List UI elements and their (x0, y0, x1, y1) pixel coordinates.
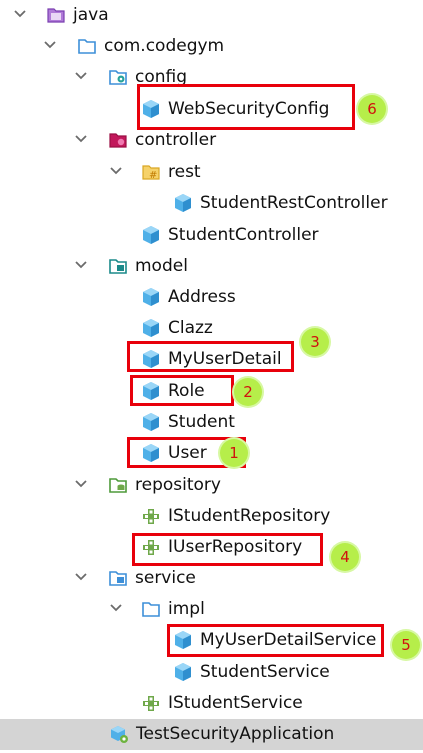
class-icon (173, 662, 193, 682)
tree-item-istudent-service[interactable]: IStudentService (0, 688, 423, 719)
tree-item-model[interactable]: model (0, 251, 423, 282)
annotation-badge-2: 2 (234, 378, 262, 406)
tree-item-my-user-detail[interactable]: MyUserDetail (0, 344, 423, 375)
annotation-badge-1: 1 (220, 439, 248, 467)
tree-item-label: impl (168, 599, 205, 619)
tree-item-label: StudentService (200, 662, 330, 682)
class-icon (173, 630, 193, 650)
tree-item-label: rest (168, 162, 201, 182)
tree-item-student-controller[interactable]: StudentController (0, 220, 423, 251)
tree-item-com-codegym[interactable]: com.codegym (0, 31, 423, 62)
tree-item-student-rest-controller[interactable]: StudentRestController (0, 188, 423, 219)
chevron-down-icon[interactable] (73, 476, 89, 492)
interface-icon (141, 693, 161, 713)
tree-item-controller[interactable]: controller (0, 125, 423, 156)
svg-text:#: # (149, 170, 157, 181)
tree-item-label: IStudentRepository (168, 506, 331, 526)
config-folder-icon (108, 67, 128, 87)
class-icon (141, 287, 161, 307)
tree-item-role[interactable]: Role (0, 376, 423, 407)
tree-item-label: java (73, 5, 109, 25)
model-folder-icon (108, 256, 128, 276)
tree-item-student[interactable]: Student (0, 407, 423, 438)
tree-item-clazz[interactable]: Clazz (0, 313, 423, 344)
tree-item-label: TestSecurityApplication (136, 724, 335, 744)
tree-item-label: StudentController (168, 225, 319, 245)
tree-item-label: MyUserDetail (168, 349, 282, 369)
tree-item-label: User (168, 443, 207, 463)
service-folder-icon (108, 568, 128, 588)
tree-item-label: repository (135, 475, 221, 495)
chevron-down-icon[interactable] (108, 163, 124, 179)
tree-item-label: service (135, 568, 196, 588)
class-icon (141, 443, 161, 463)
tree-item-label: Clazz (168, 318, 213, 338)
annotation-badge-3: 3 (301, 328, 329, 356)
class-icon (141, 349, 161, 369)
class-icon (173, 193, 193, 213)
tree-item-label: IStudentService (168, 693, 303, 713)
tree-item-user[interactable]: User (0, 438, 423, 469)
tree-item-label: Address (168, 287, 236, 307)
tree-item-label: MyUserDetailService (200, 630, 377, 650)
java-source-folder-icon (46, 5, 66, 25)
package-folder-icon (141, 599, 161, 619)
annotation-badge-4: 4 (331, 543, 359, 571)
tree-item-rest[interactable]: # rest (0, 157, 423, 188)
tree-item-repository[interactable]: repository (0, 470, 423, 501)
tree-item-config[interactable]: config (0, 62, 423, 93)
chevron-down-icon[interactable] (73, 68, 89, 84)
tree-item-label: Student (168, 412, 235, 432)
tree-item-my-user-detail-service[interactable]: MyUserDetailService (0, 625, 423, 656)
controller-folder-icon (108, 130, 128, 150)
tree-item-label: StudentRestController (200, 193, 388, 213)
tree-item-label: WebSecurityConfig (168, 99, 330, 119)
tree-item-address[interactable]: Address (0, 282, 423, 313)
class-icon (141, 225, 161, 245)
tree-item-service[interactable]: service (0, 563, 423, 594)
tree-item-label: Role (168, 381, 205, 401)
package-folder-icon (77, 36, 97, 56)
tree-item-student-service[interactable]: StudentService (0, 657, 423, 688)
chevron-down-icon[interactable] (73, 257, 89, 273)
chevron-down-icon[interactable] (73, 131, 89, 147)
tree-item-label: IUserRepository (168, 537, 303, 557)
tree-item-istudent-repository[interactable]: IStudentRepository (0, 501, 423, 532)
tree-item-test-security-application[interactable]: TestSecurityApplication (0, 719, 423, 750)
chevron-down-icon[interactable] (73, 569, 89, 585)
class-icon (141, 318, 161, 338)
tree-item-impl[interactable]: impl (0, 594, 423, 625)
class-icon (141, 412, 161, 432)
project-tree: java com.codegym config WebSecurityConfig co… (0, 0, 423, 753)
repository-folder-icon (108, 475, 128, 495)
rest-folder-icon: # (141, 162, 161, 182)
interface-icon (141, 506, 161, 526)
chevron-down-icon[interactable] (42, 37, 58, 53)
tree-item-label: controller (135, 130, 217, 150)
class-icon (141, 99, 161, 119)
chevron-down-icon[interactable] (108, 600, 124, 616)
tree-item-label: config (135, 67, 188, 87)
spring-boot-app-icon (109, 724, 129, 744)
chevron-down-icon[interactable] (12, 6, 28, 22)
tree-item-java[interactable]: java (0, 0, 423, 31)
annotation-badge-5: 5 (392, 631, 420, 659)
annotation-badge-6: 6 (358, 95, 386, 123)
class-icon (141, 381, 161, 401)
tree-item-iuser-repository[interactable]: IUserRepository (0, 532, 423, 563)
tree-item-label: com.codegym (104, 36, 225, 56)
tree-item-label: model (135, 256, 188, 276)
interface-icon (141, 537, 161, 557)
